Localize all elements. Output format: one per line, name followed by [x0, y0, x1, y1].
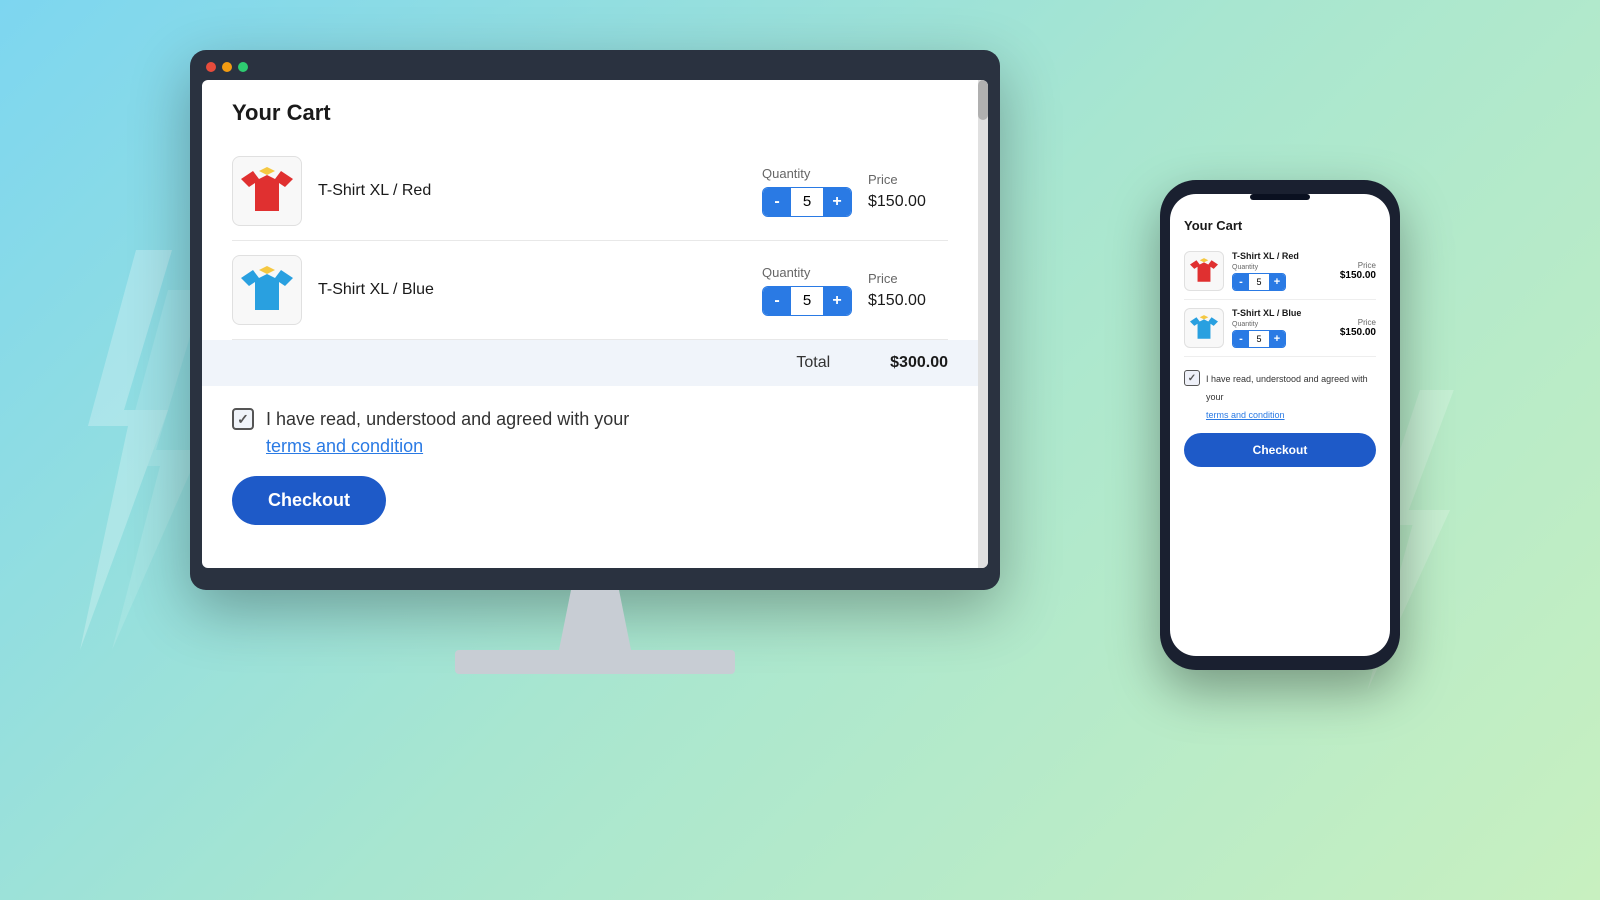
desktop-qty-label-blue: Quantity [762, 265, 810, 280]
desktop-terms-checkbox[interactable]: ✓ [232, 408, 254, 430]
desktop-total-value: $300.00 [890, 354, 948, 372]
desktop-qty-controls-blue: - 5 + [762, 286, 852, 316]
mobile-qty-value-blue: 5 [1249, 334, 1269, 344]
desktop-terms-section: ✓ I have read, understood and agreed wit… [232, 406, 948, 460]
mobile-item-details-red: T-Shirt XL / Red Quantity - 5 + [1232, 251, 1332, 291]
mobile-terms-text-block: I have read, understood and agreed with … [1206, 369, 1376, 423]
desktop-total-label: Total [796, 354, 830, 372]
desktop-checkbox-check: ✓ [237, 411, 249, 428]
desktop-cart-content: Your Cart T-Shirt XL / Red Quantity - [202, 80, 978, 568]
mobile-qty-minus-red[interactable]: - [1233, 274, 1249, 290]
monitor-screen: Your Cart T-Shirt XL / Red Quantity - [202, 80, 988, 568]
mobile-item-image-red [1184, 251, 1224, 291]
mobile-terms-section: ✓ I have read, understood and agreed wit… [1184, 369, 1376, 423]
desktop-qty-plus-blue[interactable]: + [823, 287, 851, 315]
titlebar-dot-yellow [222, 62, 232, 72]
desktop-price-section-red: Price $150.00 [868, 172, 948, 211]
desktop-terms-text: I have read, understood and agreed with … [266, 409, 629, 429]
mobile-tshirt-blue-icon [1190, 314, 1218, 342]
monitor-stand-base [455, 650, 735, 674]
lightning-left-decoration [30, 250, 210, 650]
mobile-price-value-blue: $150.00 [1340, 327, 1376, 338]
mobile-item-name-red: T-Shirt XL / Red [1232, 251, 1332, 261]
mobile-tshirt-red-icon [1190, 257, 1218, 285]
desktop-qty-label-red: Quantity [762, 166, 810, 181]
desktop-price-section-blue: Price $150.00 [868, 271, 948, 310]
desktop-item-name-red: T-Shirt XL / Red [318, 182, 746, 200]
mobile-cart-item-blue: T-Shirt XL / Blue Quantity - 5 + Price $… [1184, 300, 1376, 357]
mobile-qty-controls-blue: - 5 + [1232, 330, 1286, 348]
monitor-stand-neck [535, 590, 655, 650]
desktop-price-value-blue: $150.00 [868, 292, 926, 310]
desktop-qty-value-blue: 5 [791, 288, 823, 313]
desktop-quantity-section-red: Quantity - 5 + [762, 166, 852, 217]
desktop-qty-plus-red[interactable]: + [823, 188, 851, 216]
mobile-price-section-blue: Price $150.00 [1340, 318, 1376, 338]
desktop-checkout-button[interactable]: Checkout [232, 476, 386, 525]
desktop-item-image-red [232, 156, 302, 226]
mobile-price-label-red: Price [1358, 261, 1376, 270]
mobile-qty-label-blue: Quantity [1232, 321, 1332, 328]
tshirt-red-icon [241, 165, 293, 217]
desktop-price-value-red: $150.00 [868, 193, 926, 211]
mobile-item-details-blue: T-Shirt XL / Blue Quantity - 5 + [1232, 308, 1332, 348]
desktop-total-row: Total $300.00 [202, 340, 978, 386]
desktop-cart-title: Your Cart [232, 100, 948, 126]
mobile-qty-plus-red[interactable]: + [1269, 274, 1285, 290]
monitor-titlebar [202, 62, 988, 72]
monitor-frame: Your Cart T-Shirt XL / Red Quantity - [190, 50, 1000, 590]
mobile-cart-item-red: T-Shirt XL / Red Quantity - 5 + Price $1… [1184, 243, 1376, 300]
desktop-qty-value-red: 5 [791, 189, 823, 214]
desktop-item-name-blue: T-Shirt XL / Blue [318, 281, 746, 299]
desktop-terms-text-block: I have read, understood and agreed with … [266, 406, 629, 460]
tshirt-blue-icon [241, 264, 293, 316]
desktop-item-image-blue [232, 255, 302, 325]
mobile-qty-controls-red: - 5 + [1232, 273, 1286, 291]
mobile-item-image-blue [1184, 308, 1224, 348]
mobile-price-section-red: Price $150.00 [1340, 261, 1376, 281]
desktop-scrollbar[interactable] [978, 80, 988, 568]
mobile-qty-minus-blue[interactable]: - [1233, 331, 1249, 347]
mobile-cart-title: Your Cart [1184, 218, 1376, 233]
phone-notch [1250, 194, 1310, 200]
desktop-cart-item-blue: T-Shirt XL / Blue Quantity - 5 + Price $… [232, 241, 948, 340]
desktop-quantity-section-blue: Quantity - 5 + [762, 265, 852, 316]
mobile-checkout-button[interactable]: Checkout [1184, 433, 1376, 467]
mobile-price-value-red: $150.00 [1340, 270, 1376, 281]
desktop-price-label-blue: Price [868, 271, 898, 286]
titlebar-dot-green [238, 62, 248, 72]
phone-frame: Your Cart T-Shirt XL / Red Quantity - 5 … [1160, 180, 1400, 670]
desktop-price-label-red: Price [868, 172, 898, 187]
mobile-terms-checkbox[interactable]: ✓ [1184, 370, 1200, 386]
mobile-terms-text: I have read, understood and agreed with … [1206, 374, 1368, 402]
desktop-monitor: Your Cart T-Shirt XL / Red Quantity - [190, 50, 1000, 674]
phone-screen: Your Cart T-Shirt XL / Red Quantity - 5 … [1170, 194, 1390, 656]
desktop-cart-item-red: T-Shirt XL / Red Quantity - 5 + Price $1… [232, 142, 948, 241]
titlebar-dot-red [206, 62, 216, 72]
desktop-qty-minus-red[interactable]: - [763, 188, 791, 216]
mobile-price-label-blue: Price [1358, 318, 1376, 327]
desktop-terms-link[interactable]: terms and condition [266, 436, 423, 456]
mobile-qty-value-red: 5 [1249, 277, 1269, 287]
mobile-checkbox-check: ✓ [1188, 373, 1196, 384]
desktop-qty-controls-red: - 5 + [762, 187, 852, 217]
mobile-item-name-blue: T-Shirt XL / Blue [1232, 308, 1332, 318]
mobile-phone: Your Cart T-Shirt XL / Red Quantity - 5 … [1160, 180, 1400, 670]
desktop-qty-minus-blue[interactable]: - [763, 287, 791, 315]
mobile-terms-link[interactable]: terms and condition [1206, 410, 1285, 420]
mobile-qty-plus-blue[interactable]: + [1269, 331, 1285, 347]
mobile-qty-label-red: Quantity [1232, 264, 1332, 271]
